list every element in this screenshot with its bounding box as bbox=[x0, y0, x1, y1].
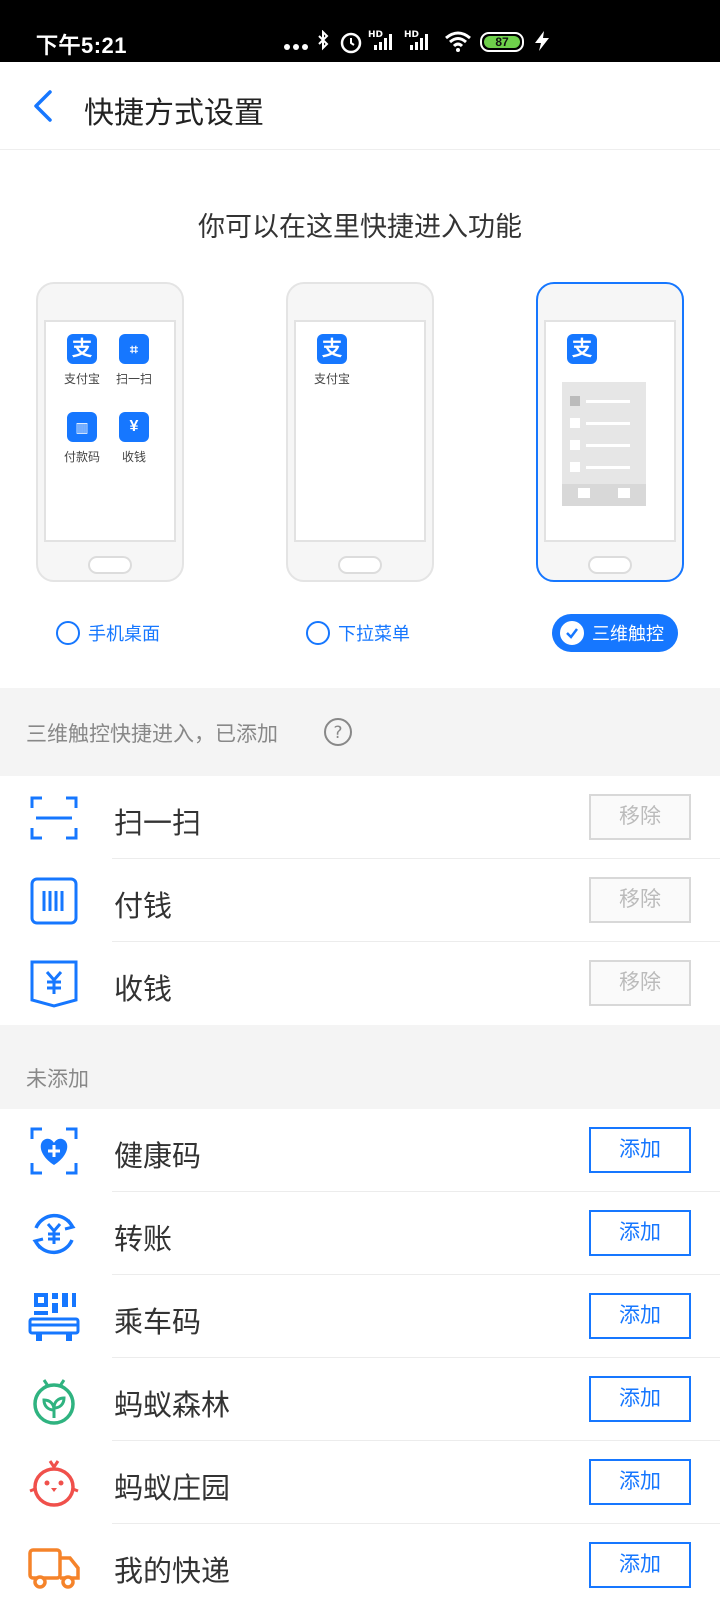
pay-code-icon: ▥ bbox=[67, 412, 97, 442]
svg-text:HD: HD bbox=[404, 30, 419, 40]
add-button[interactable]: 添加 bbox=[589, 1542, 691, 1588]
app-receive: ¥ 收钱 bbox=[112, 412, 156, 465]
svg-text:HD: HD bbox=[368, 30, 383, 40]
item-label: 我的快递 bbox=[114, 1556, 231, 1588]
wifi-icon bbox=[445, 31, 471, 52]
app-label: 支付宝 bbox=[313, 372, 350, 386]
battery-level: 87 bbox=[484, 36, 520, 48]
option-label: 手机桌面 bbox=[88, 624, 160, 644]
signal-2-icon: HD bbox=[404, 30, 428, 50]
phone-preview-desktop[interactable]: 支支付宝 ⌗ 扫一扫 ▥ 付款码 ¥ 收钱 bbox=[36, 282, 184, 582]
not-added-section-label: 未添加 bbox=[26, 1068, 89, 1091]
status-bar: 下午5:21 HD HD 87 bbox=[0, 0, 720, 62]
add-button[interactable]: 添加 bbox=[589, 1459, 691, 1505]
remove-button[interactable]: 移除 bbox=[589, 960, 691, 1006]
list-item-not-added: 蚂蚁庄园 添加 bbox=[0, 1441, 720, 1524]
radio-circle-icon bbox=[306, 621, 330, 645]
radio-circle-icon bbox=[56, 621, 80, 645]
nav-bar: 快捷方式设置 bbox=[0, 62, 720, 150]
option-3d-touch[interactable]: 三维触控 bbox=[552, 614, 678, 652]
svg-text:?: ? bbox=[333, 723, 342, 743]
item-label: 付钱 bbox=[114, 891, 173, 923]
item-label: 蚂蚁庄园 bbox=[114, 1473, 231, 1505]
transit-code-icon bbox=[28, 1293, 80, 1341]
remove-button[interactable]: 移除 bbox=[589, 794, 691, 840]
ant-forest-icon bbox=[33, 1379, 75, 1425]
alarm-icon bbox=[340, 32, 362, 54]
phone-screen: 支 bbox=[544, 320, 676, 542]
added-section-label: 三维触控快捷进入，已添加 bbox=[26, 723, 278, 746]
phone-preview-dropdown[interactable]: 支支付宝 bbox=[286, 282, 434, 582]
list-item-added: 扫一扫 移除 bbox=[0, 776, 720, 859]
add-button[interactable]: 添加 bbox=[589, 1293, 691, 1339]
add-button[interactable]: 添加 bbox=[589, 1127, 691, 1173]
bluetooth-icon bbox=[318, 30, 329, 51]
option-dropdown[interactable]: 下拉菜单 bbox=[306, 620, 410, 646]
item-label: 健康码 bbox=[114, 1141, 202, 1173]
status-time: 下午5:21 bbox=[36, 33, 128, 58]
app-alipay: 支支付宝 bbox=[310, 334, 354, 387]
phone-screen: 支支付宝 bbox=[294, 320, 426, 542]
item-label: 乘车码 bbox=[114, 1307, 202, 1339]
item-label: 扫一扫 bbox=[114, 808, 202, 840]
list-item-added: 付钱 移除 bbox=[0, 859, 720, 942]
app-scan: ⌗ 扫一扫 bbox=[112, 334, 156, 387]
option-label: 三维触控 bbox=[592, 624, 664, 644]
app-alipay: 支支付宝 bbox=[60, 334, 104, 387]
list-item-added: 收钱 移除 bbox=[0, 942, 720, 1025]
more-dots-icon bbox=[284, 44, 308, 50]
intro-text: 你可以在这里快捷进入功能 bbox=[198, 212, 522, 242]
receive-money-icon bbox=[30, 960, 78, 1008]
back-arrow-icon[interactable] bbox=[28, 86, 58, 126]
app-label: 支付宝 bbox=[63, 372, 100, 386]
alipay-icon: 支 bbox=[567, 334, 597, 364]
phone-preview-3d-touch[interactable]: 支 bbox=[536, 282, 684, 582]
option-label: 下拉菜单 bbox=[338, 624, 410, 644]
ant-farm-icon bbox=[29, 1460, 79, 1507]
scan-icon: ⌗ bbox=[119, 334, 149, 364]
receive-money-icon: ¥ bbox=[119, 412, 149, 442]
add-button[interactable]: 添加 bbox=[589, 1210, 691, 1256]
app-label: 收钱 bbox=[121, 450, 146, 464]
battery-indicator: 87 bbox=[480, 32, 524, 52]
alipay-icon: 支 bbox=[317, 334, 347, 364]
app-label: 付款码 bbox=[63, 450, 100, 464]
list-item-not-added: 蚂蚁森林 添加 bbox=[0, 1358, 720, 1441]
list-item-not-added: 乘车码 添加 bbox=[0, 1275, 720, 1358]
home-button bbox=[88, 556, 132, 574]
phone-screen: 支支付宝 ⌗ 扫一扫 ▥ 付款码 ¥ 收钱 bbox=[44, 320, 176, 542]
delivery-icon bbox=[28, 1548, 80, 1589]
app-label: 扫一扫 bbox=[115, 372, 152, 386]
item-label: 收钱 bbox=[114, 974, 173, 1006]
alipay-icon: 支 bbox=[67, 334, 97, 364]
app-alipay: 支 bbox=[560, 334, 604, 370]
not-added-section-header: 未添加 bbox=[0, 1025, 720, 1109]
item-label: 蚂蚁森林 bbox=[114, 1390, 231, 1422]
checkmark-icon bbox=[560, 621, 584, 645]
home-button bbox=[338, 556, 382, 574]
charging-icon bbox=[535, 31, 549, 51]
signal-1-icon: HD bbox=[368, 30, 392, 50]
scan-icon bbox=[30, 796, 78, 840]
remove-button[interactable]: 移除 bbox=[589, 877, 691, 923]
add-button[interactable]: 添加 bbox=[589, 1376, 691, 1422]
list-item-not-added: 我的快递 添加 bbox=[0, 1524, 720, 1600]
list-item-not-added: 健康码 添加 bbox=[0, 1109, 720, 1192]
app-pay-code: ▥ 付款码 bbox=[60, 412, 104, 465]
option-desktop[interactable]: 手机桌面 bbox=[56, 620, 160, 646]
list-item-not-added: 转账 添加 bbox=[0, 1192, 720, 1275]
transfer-icon bbox=[32, 1213, 76, 1255]
home-button bbox=[588, 556, 632, 574]
added-section-header: 三维触控快捷进入，已添加 ? bbox=[0, 688, 720, 776]
health-code-icon bbox=[30, 1127, 78, 1175]
pay-code-icon bbox=[30, 877, 78, 925]
page-title: 快捷方式设置 bbox=[84, 97, 264, 130]
quick-menu-illustration bbox=[562, 382, 646, 506]
question-icon[interactable]: ? bbox=[323, 717, 353, 747]
item-label: 转账 bbox=[114, 1224, 173, 1256]
